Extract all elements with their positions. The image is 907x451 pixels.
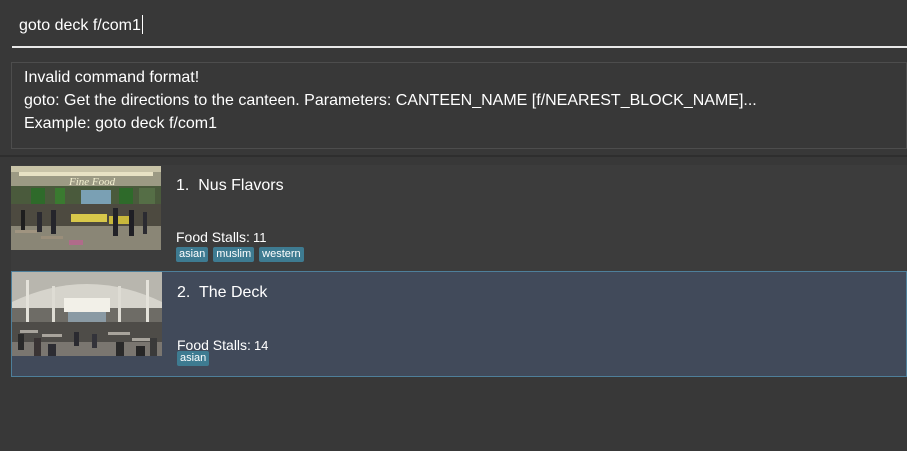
food-stalls-value: 11 bbox=[252, 230, 267, 245]
canteen-card[interactable]: Fine Food 1. Nus Flavors Food Stalls: 11 … bbox=[11, 165, 907, 271]
canteen-photo bbox=[12, 272, 162, 356]
result-line-usage: goto: Get the directions to the canteen.… bbox=[24, 92, 757, 109]
tag: muslim bbox=[213, 247, 255, 262]
command-box: goto deck f/com1 bbox=[0, 0, 907, 55]
command-input-underline bbox=[12, 46, 907, 48]
result-display[interactable]: Invalid command format! goto: Get the di… bbox=[11, 62, 907, 149]
tag-list: asian bbox=[177, 351, 210, 366]
food-stalls-label: Food Stalls: bbox=[176, 229, 250, 245]
canteen-name-text: Nus Flavors bbox=[198, 177, 284, 194]
text-caret bbox=[141, 15, 143, 34]
canteen-name: 1. Nus Flavors bbox=[176, 176, 284, 196]
canteen-name-text: The Deck bbox=[198, 284, 268, 301]
tag-list: asian muslim western bbox=[176, 247, 304, 262]
tag: asian bbox=[177, 351, 210, 366]
result-line-example: Example: goto deck f/com1 bbox=[24, 115, 217, 132]
result-line-error: Invalid command format! bbox=[24, 69, 200, 86]
tag: asian bbox=[176, 247, 209, 262]
food-stalls-count: Food Stalls: 11 bbox=[176, 228, 266, 247]
tag: western bbox=[259, 247, 304, 262]
canteen-index: 1. bbox=[176, 177, 190, 194]
command-input[interactable]: goto deck f/com1 bbox=[19, 14, 889, 38]
canteen-name: 2. The Deck bbox=[177, 283, 267, 303]
photo-sign-text: Fine Food bbox=[68, 176, 116, 188]
command-input-text: goto deck f/com1 bbox=[19, 17, 141, 34]
canteen-card-selected[interactable]: 2. The Deck Food Stalls: 14 asian bbox=[11, 271, 907, 377]
food-stalls-value: 14 bbox=[253, 338, 269, 353]
canteen-list[interactable]: Fine Food 1. Nus Flavors Food Stalls: 11 … bbox=[0, 157, 907, 451]
canteen-photo: Fine Food bbox=[11, 166, 161, 250]
canteen-index: 2. bbox=[177, 284, 191, 301]
